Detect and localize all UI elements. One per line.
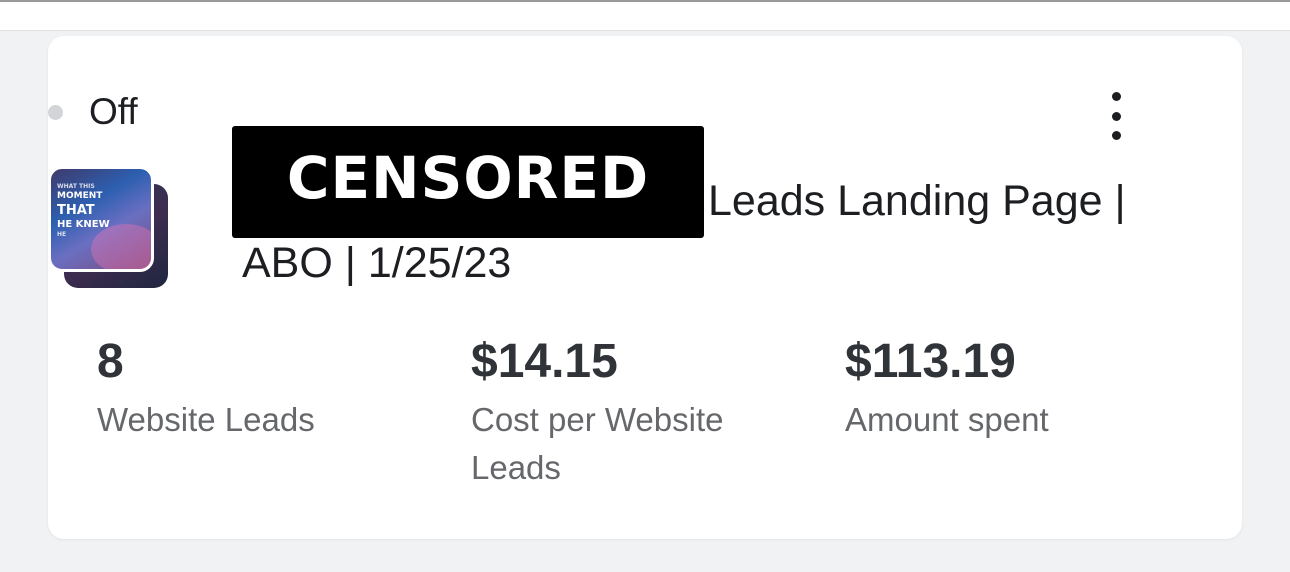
metric-label: Cost per Website Leads <box>471 401 724 486</box>
campaign-title-continued[interactable]: ABO | 1/25/23 <box>242 240 511 286</box>
status-label: Off <box>89 91 138 132</box>
metric-value: 8 <box>97 335 124 388</box>
status-dot-icon <box>48 104 63 120</box>
metric-label: Website Leads <box>97 401 315 438</box>
thumbnail-text: HE KNEW <box>57 219 110 230</box>
more-vertical-icon <box>1111 92 1121 101</box>
metric-amount-spent: $113.19 Amount spent <box>845 336 1175 444</box>
thumbnail-text: WHAT THIS <box>57 183 95 190</box>
metric-value: $113.19 <box>845 335 1016 388</box>
more-options-button[interactable] <box>1102 92 1130 140</box>
campaign-title[interactable]: Leads Landing Page | <box>708 178 1126 224</box>
thumbnail-image: WHAT THIS MOMENT THAT HE KNEW HE <box>48 166 154 272</box>
censor-block: CENSORED <box>232 126 704 238</box>
metric-label: Amount spent <box>845 401 1049 438</box>
thumbnail-text: HE <box>57 231 67 238</box>
status-indicator: Off <box>48 92 138 132</box>
thumbnail-text: THAT <box>57 203 95 218</box>
censor-label: CENSORED <box>286 144 650 212</box>
metric-cost-per-lead: $14.15 Cost per Website Leads <box>471 336 791 492</box>
ad-thumbnail[interactable]: WHAT THIS MOMENT THAT HE KNEW HE <box>48 166 170 290</box>
metric-value: $14.15 <box>471 335 618 388</box>
top-bar <box>0 0 1290 31</box>
thumbnail-text: MOMENT <box>57 191 103 201</box>
metric-website-leads: 8 Website Leads <box>97 336 417 444</box>
